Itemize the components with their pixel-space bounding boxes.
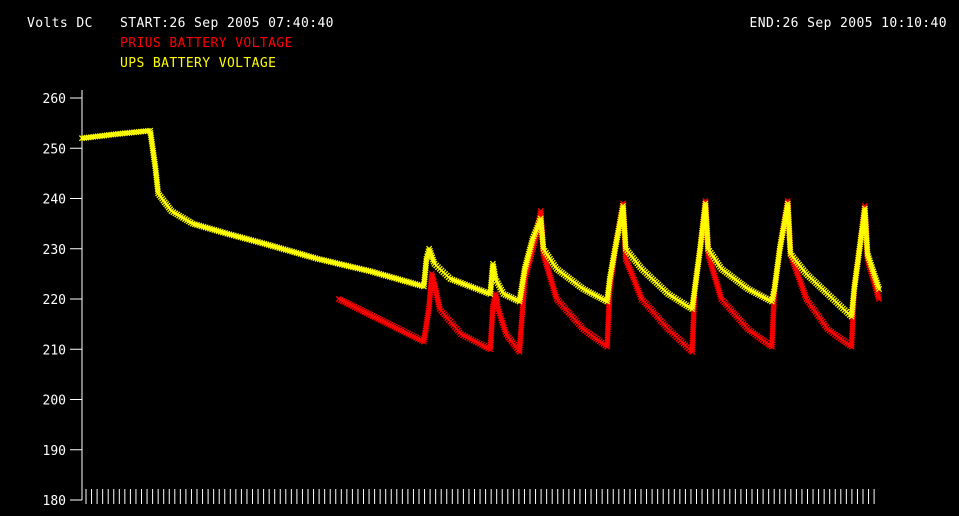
legend-ups: UPS BATTERY VOLTAGE (120, 56, 277, 71)
y-tick-label: 210 (43, 343, 66, 358)
y-tick-label: 220 (43, 293, 66, 308)
voltage-chart: 180 190 200 210 220 230 240 250 260 (43, 90, 883, 509)
y-tick-label: 200 (43, 394, 66, 409)
start-time-label: START:26 Sep 2005 07:40:40 (120, 16, 334, 31)
legend-prius: PRIUS BATTERY VOLTAGE (120, 36, 293, 51)
end-time-label: END:26 Sep 2005 10:10:40 (749, 16, 947, 31)
y-tick-label: 260 (43, 92, 66, 107)
y-tick-label: 240 (43, 193, 66, 208)
y-tick-label: 230 (43, 243, 66, 258)
y-tick-label: 180 (43, 494, 66, 509)
y-tick-label: 190 (43, 444, 66, 459)
y-units-label: Volts DC (27, 16, 93, 31)
y-tick-label: 250 (43, 142, 66, 157)
